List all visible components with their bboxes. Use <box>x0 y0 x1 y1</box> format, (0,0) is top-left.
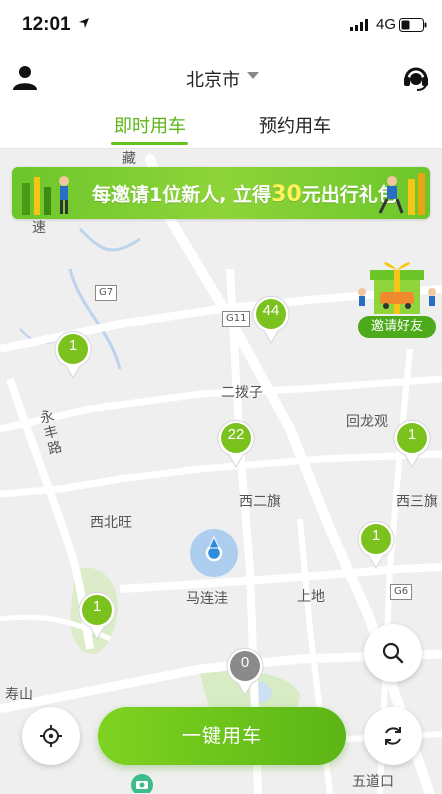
cluster-count: 1 <box>371 527 381 544</box>
vehicle-cluster-pin[interactable]: 1 <box>354 518 398 570</box>
locate-me-button[interactable] <box>22 707 80 765</box>
highway-sign: G7 <box>95 285 118 301</box>
cluster-count: 22 <box>227 426 245 443</box>
top-bar: 北京市 即时用车 预约用车 <box>0 50 442 149</box>
crosshair-icon <box>40 725 62 747</box>
vehicle-cluster-pin[interactable]: 1 <box>75 589 119 641</box>
cellular-signal-icon <box>350 19 368 31</box>
one-tap-ride-button[interactable]: 一键用车 <box>98 707 346 765</box>
tab-reservation[interactable]: 预约用车 <box>259 112 331 138</box>
refresh-button[interactable] <box>364 707 422 765</box>
promo-text: 每邀请1位新人, 立得30元出行礼包 <box>92 180 397 207</box>
vehicle-cluster-pin[interactable]: 1 <box>51 328 95 380</box>
chevron-down-icon[interactable] <box>247 72 259 80</box>
map-label: 上地 <box>297 589 325 605</box>
battery-icon <box>399 18 427 32</box>
map-label: 马连洼 <box>186 591 228 607</box>
search-icon <box>382 642 404 664</box>
gift-icon <box>358 262 436 314</box>
status-time: 12:01 <box>22 14 71 35</box>
promo-illustration-left <box>22 176 69 215</box>
highway-sign: G6 <box>390 584 413 600</box>
status-bar: 12:01 4G <box>0 0 442 50</box>
invite-friends-label: 邀请好友 <box>358 316 436 338</box>
tab-instant[interactable]: 即时用车 <box>114 112 186 138</box>
promo-banner[interactable]: 每邀请1位新人, 立得30元出行礼包 <box>12 167 430 219</box>
promo-illustration-right <box>378 173 425 215</box>
highway-sign: G11 <box>222 311 251 327</box>
map-label: 回龙观 <box>346 414 388 430</box>
map-label: 西三旗 <box>396 494 438 510</box>
vehicle-cluster-pin[interactable]: 44 <box>249 293 293 345</box>
promo-amount: 30 <box>271 182 302 207</box>
map-roads <box>0 154 442 794</box>
vehicle-cluster-pin[interactable]: 1 <box>390 417 434 469</box>
cluster-count: 0 <box>240 654 250 671</box>
customer-service-icon[interactable] <box>402 64 430 92</box>
vehicle-cluster-pin-empty[interactable]: 0 <box>223 645 267 697</box>
cluster-count: 1 <box>92 598 102 615</box>
refresh-icon <box>385 727 401 745</box>
map-label: 藏 <box>122 151 136 167</box>
map-label: 寿山 <box>5 687 33 703</box>
city-selector[interactable]: 北京市 <box>186 66 240 92</box>
camera-icon <box>131 774 153 793</box>
cluster-count: 1 <box>68 337 78 354</box>
map-label: 速 <box>32 220 46 236</box>
promo-text-before: 每邀请1位新人, 立得 <box>92 184 272 206</box>
map-label: 二拨子 <box>221 385 263 401</box>
map-label: 五道口 <box>352 774 394 790</box>
active-tab-indicator <box>111 142 188 145</box>
vehicle-cluster-pin[interactable]: 22 <box>214 417 258 469</box>
search-button[interactable] <box>364 624 422 682</box>
location-arrow-icon <box>79 18 89 28</box>
invite-friends-badge[interactable]: 邀请好友 <box>354 256 440 340</box>
cluster-count: 1 <box>407 426 417 443</box>
user-profile-icon[interactable] <box>12 64 38 90</box>
cluster-count: 44 <box>262 302 280 319</box>
map-view[interactable]: 藏 速 二拨子 回龙观 永丰路 西二旗 西三旗 西北旺 马连洼 上地 寿山 五道… <box>0 149 442 794</box>
map-label: 西二旗 <box>239 494 281 510</box>
map-label: 西北旺 <box>90 515 132 531</box>
network-type: 4G <box>376 16 397 33</box>
